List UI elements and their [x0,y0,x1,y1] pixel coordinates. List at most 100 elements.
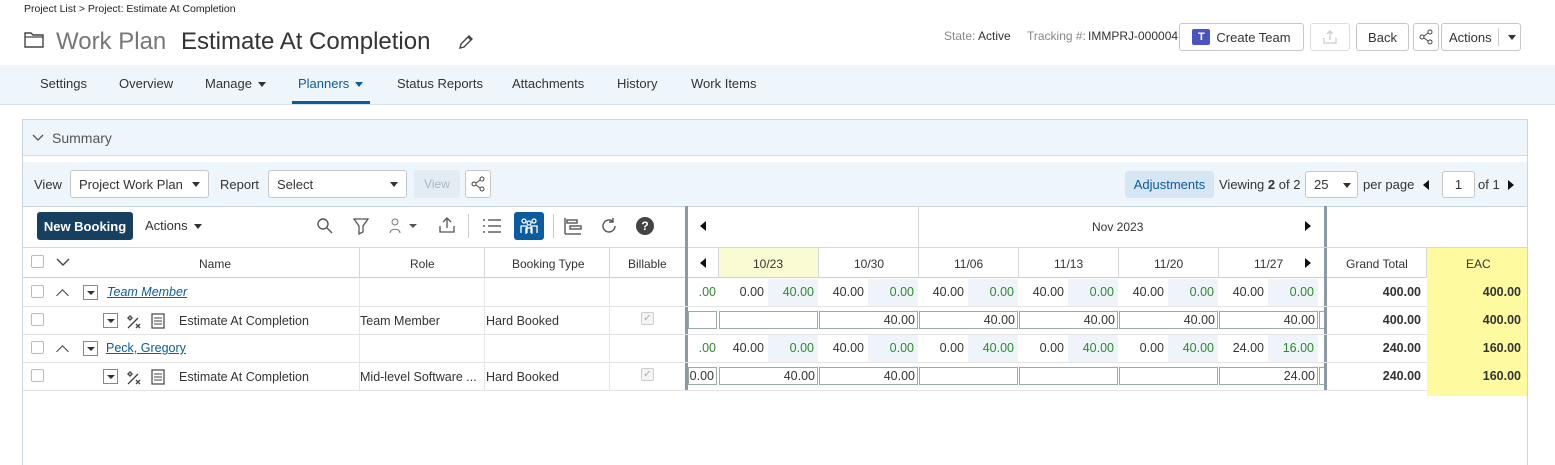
week-header: 11/06 [954,257,984,271]
column-header-booking-type[interactable]: Booking Type [512,257,585,271]
week-input[interactable] [688,311,717,329]
per-page-select[interactable]: 25 [1305,171,1358,198]
tab-overview[interactable]: Overview [119,76,173,91]
billable-checkbox[interactable]: ✓ [641,312,654,325]
billable-checkbox[interactable]: ✓ [641,368,654,381]
row-menu-dropdown[interactable] [83,341,98,356]
week-hours-input[interactable]: 40.00 [1119,311,1218,329]
resource-link[interactable]: Team Member [107,285,187,299]
new-booking-button[interactable]: New Booking [37,212,133,240]
row-divider [23,390,1427,391]
notes-icon[interactable] [150,368,166,385]
week-hours-input[interactable] [1119,367,1218,385]
tab-history[interactable]: History [617,76,657,91]
tab-settings[interactable]: Settings [40,76,87,91]
next-month-icon[interactable] [1305,221,1311,231]
report-share-button[interactable] [465,170,491,198]
row-menu-dropdown[interactable] [83,285,98,300]
row-menu-dropdown[interactable] [103,369,118,384]
week-divider [1118,247,1119,277]
report-select[interactable]: Select [268,170,407,198]
next-week-icon[interactable] [1305,258,1311,268]
edit-pencil-icon[interactable] [457,33,475,51]
resource-link[interactable]: Peck, Gregory [106,341,186,355]
week-input[interactable] [1319,367,1324,385]
list-view-icon[interactable] [482,217,502,235]
col-divider [484,278,485,390]
week-hours-input[interactable] [719,311,818,329]
summary-label: Summary [52,130,112,146]
state-label: State: [944,29,976,43]
tab-planners-label: Planners [298,76,350,91]
view-report-label: View [424,177,450,191]
resource-view-button[interactable] [514,212,544,240]
view-select[interactable]: Project Work Plan [70,170,209,198]
week-input[interactable]: 0.00 [688,367,717,385]
header-bottom-line [23,277,1527,278]
column-header-name[interactable]: Name [199,257,231,271]
view-report-button[interactable]: View [414,170,460,198]
adjustments-button[interactable]: Adjustments [1125,171,1214,198]
row-checkbox[interactable] [31,313,44,326]
toolbar-divider [468,214,469,238]
tools-icon[interactable] [126,370,142,386]
week-remaining-value: 0.00 [1289,285,1314,299]
back-button[interactable]: Back [1356,23,1409,51]
row-checkbox[interactable] [31,341,44,354]
share-button[interactable] [1413,23,1439,51]
tools-icon[interactable] [126,314,142,330]
report-label: Report [220,177,260,192]
tab-work-items[interactable]: Work Items [691,76,757,91]
grid-top-border [23,206,1527,207]
tab-status-reports[interactable]: Status Reports [397,76,483,91]
eac-value: 400.00 [1482,313,1521,327]
prev-page-icon[interactable] [1423,180,1429,190]
export-button[interactable] [1310,23,1350,51]
grid-actions-menu[interactable]: Actions [145,218,202,233]
week-divider [918,247,919,277]
refresh-icon[interactable] [600,217,618,235]
prev-week-icon[interactable] [700,258,706,268]
week-hours-input[interactable] [1019,367,1118,385]
week-header: 10/23 [753,257,784,271]
filter-icon[interactable] [352,217,370,235]
next-page-icon[interactable] [1508,180,1514,190]
summary-section[interactable] [23,120,1527,156]
column-header-role[interactable]: Role [410,257,435,271]
week-hours-input[interactable]: 40.00 [1019,311,1118,329]
row-checkbox[interactable] [31,285,44,298]
chevron-down-icon [193,224,202,230]
team-icon [520,218,538,234]
week-hours-input[interactable]: 40.00 [719,367,818,385]
week-hours-input[interactable] [919,367,1018,385]
export-icon[interactable] [438,216,456,234]
prev-month-icon[interactable] [700,221,706,231]
tab-manage[interactable]: Manage [205,76,266,91]
page-input[interactable]: 1 [1442,171,1475,198]
week-divider [1018,247,1019,277]
view-select-value: Project Work Plan [79,176,183,192]
week-hours-input[interactable]: 40.00 [819,311,918,329]
breadcrumb[interactable]: Project List > Project: Estimate At Comp… [24,3,236,15]
partial-week-value: .00 [698,285,716,299]
notes-icon[interactable] [150,312,166,329]
gantt-icon[interactable] [563,216,583,236]
week-input[interactable] [1319,311,1324,329]
actions-button[interactable]: Actions [1441,23,1521,51]
help-icon[interactable]: ? [636,217,654,235]
select-all-checkbox[interactable] [31,255,44,268]
week-hours-input[interactable]: 40.00 [1219,311,1318,329]
week-hours-input[interactable]: 40.00 [919,311,1018,329]
row-menu-dropdown[interactable] [103,313,118,328]
person-options-icon[interactable] [387,217,419,235]
week-hours-input[interactable]: 24.00 [1219,367,1318,385]
tab-planners[interactable]: Planners [298,76,364,91]
week-remaining-value: 0.00 [789,341,814,355]
search-icon[interactable] [316,217,334,235]
collapse-all-icon[interactable] [56,257,70,267]
row-checkbox[interactable] [31,369,44,382]
tab-attachments[interactable]: Attachments [512,76,584,91]
create-team-button[interactable]: T Create Team [1179,23,1304,51]
week-hours-input[interactable]: 40.00 [819,367,918,385]
column-header-billable[interactable]: Billable [628,257,667,271]
